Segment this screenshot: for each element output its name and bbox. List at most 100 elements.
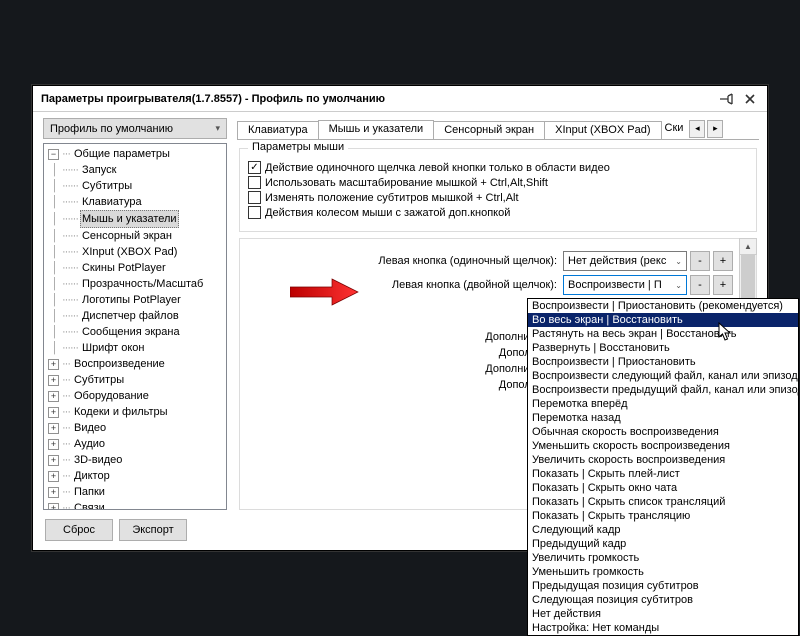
tree-node[interactable]: Клавиатура — [80, 194, 144, 210]
dropdown-item[interactable]: Показать | Скрыть плей-лист — [528, 467, 798, 481]
tree-node[interactable]: Папки — [72, 484, 107, 500]
reset-button[interactable]: Сброс — [45, 519, 113, 541]
action-clear-button[interactable]: - — [690, 275, 710, 295]
tree-expand-icon[interactable]: + — [48, 375, 59, 386]
dropdown-item[interactable]: Показать | Скрыть окно чата — [528, 481, 798, 495]
action-dropdown[interactable]: Воспроизвести | Приостановить (рекоменду… — [527, 298, 799, 636]
action-label: Левая кнопка (двойной щелчок): — [240, 279, 563, 291]
dropdown-item[interactable]: Уменьшить громкость — [528, 565, 798, 579]
checkbox-label: Использовать масштабирование мышкой + Ct… — [265, 177, 548, 189]
action-add-button[interactable]: + — [713, 251, 733, 271]
dropdown-item[interactable]: Предыдущая позиция субтитров — [528, 579, 798, 593]
checkbox-label: Действия колесом мыши с зажатой доп.кноп… — [265, 207, 510, 219]
tree-expand-icon[interactable]: + — [48, 439, 59, 450]
tree-node[interactable]: Видео — [72, 420, 108, 436]
tab-prev-icon[interactable]: ◂ — [689, 120, 705, 138]
tree-expand-icon[interactable]: + — [48, 503, 59, 511]
dropdown-item[interactable]: Воспроизвести следующий файл, канал или … — [528, 369, 798, 383]
close-icon[interactable] — [739, 90, 761, 108]
dropdown-item[interactable]: Настройка: Нет команды — [528, 621, 798, 635]
dropdown-item[interactable]: Перемотка вперёд — [528, 397, 798, 411]
titlebar[interactable]: Параметры проигрывателя(1.7.8557) - Проф… — [33, 86, 767, 112]
dropdown-item[interactable]: Развернуть | Восстановить — [528, 341, 798, 355]
group-title: Параметры мыши — [248, 141, 348, 153]
action-add-button[interactable]: + — [713, 275, 733, 295]
checkbox-label: Действие одиночного щелчка левой кнопки … — [265, 162, 610, 174]
tree-node[interactable]: XInput (XBOX Pad) — [80, 244, 179, 260]
dropdown-item[interactable]: Во весь экран | Восстановить — [528, 313, 798, 327]
dropdown-item[interactable]: Перемотка назад — [528, 411, 798, 425]
chevron-down-icon: ⌄ — [675, 257, 682, 266]
action-label: Левая кнопка (одиночный щелчок): — [240, 255, 563, 267]
tab-0[interactable]: Клавиатура — [237, 121, 319, 139]
tree-node[interactable]: Воспроизведение — [72, 356, 167, 372]
dropdown-item[interactable]: Следующая позиция субтитров — [528, 593, 798, 607]
dropdown-item[interactable]: Воспроизвести | Приостановить (рекоменду… — [528, 299, 798, 313]
tree-node[interactable]: Мышь и указатели — [80, 210, 179, 228]
tree-node[interactable]: Диктор — [72, 468, 112, 484]
tree-node[interactable]: Запуск — [80, 162, 118, 178]
tree-node[interactable]: Шрифт окон — [80, 340, 147, 356]
export-button[interactable]: Экспорт — [119, 519, 187, 541]
tree-expand-icon[interactable]: + — [48, 359, 59, 370]
combo-text: Нет действия (рекс — [568, 255, 675, 267]
tab-3[interactable]: XInput (XBOX Pad) — [544, 121, 661, 139]
profile-select[interactable]: Профиль по умолчанию ▾ — [43, 118, 227, 139]
tree-node-root[interactable]: Общие параметры — [72, 146, 172, 162]
checkbox-0[interactable]: ✓ — [248, 161, 261, 174]
tree-node[interactable]: Прозрачность/Масштаб — [80, 276, 205, 292]
checkbox-2[interactable] — [248, 191, 261, 204]
dropdown-item[interactable]: Показать | Скрыть список трансляций — [528, 495, 798, 509]
pin-icon[interactable] — [715, 90, 737, 108]
dropdown-item[interactable]: Показать | Скрыть трансляцию — [528, 509, 798, 523]
tab-next-icon[interactable]: ▸ — [707, 120, 723, 138]
tree-node[interactable]: Сообщения экрана — [80, 324, 182, 340]
checkbox-1[interactable] — [248, 176, 261, 189]
chevron-down-icon: ⌄ — [675, 281, 682, 290]
dropdown-item[interactable]: Предыдущий кадр — [528, 537, 798, 551]
chevron-down-icon: ▾ — [215, 123, 220, 134]
dropdown-item[interactable]: Нет действия — [528, 607, 798, 621]
tab-1[interactable]: Мышь и указатели — [318, 120, 435, 139]
dropdown-item[interactable]: Обычная скорость воспроизведения — [528, 425, 798, 439]
tree-expand-icon[interactable]: + — [48, 487, 59, 498]
tab-2[interactable]: Сенсорный экран — [433, 121, 545, 139]
dropdown-item[interactable]: Увеличить скорость воспроизведения — [528, 453, 798, 467]
combo-text: Воспроизвести | П — [568, 279, 675, 291]
tree-node[interactable]: Кодеки и фильтры — [72, 404, 170, 420]
tree-node[interactable]: Диспетчер файлов — [80, 308, 181, 324]
tree-node[interactable]: Связи — [72, 500, 107, 510]
tab-clipped[interactable]: Ски — [661, 120, 688, 137]
profile-select-text: Профиль по умолчанию — [50, 123, 215, 135]
settings-tree[interactable]: −···Общие параметры│······Запуск│······С… — [43, 143, 227, 510]
dropdown-item[interactable]: Воспроизвести предыдущий файл, канал или… — [528, 383, 798, 397]
action-combo-1[interactable]: Воспроизвести | П⌄ — [563, 275, 687, 295]
window-title: Параметры проигрывателя(1.7.8557) - Проф… — [41, 93, 715, 105]
tree-node[interactable]: Логотипы PotPlayer — [80, 292, 183, 308]
tree-node[interactable]: Аудио — [72, 436, 107, 452]
dropdown-item[interactable]: Растянуть на весь экран | Восстановить — [528, 327, 798, 341]
dropdown-item[interactable]: Воспроизвести | Приостановить — [528, 355, 798, 369]
tree-node[interactable]: Скины PotPlayer — [80, 260, 168, 276]
tree-collapse-icon[interactable]: − — [48, 149, 59, 160]
tree-expand-icon[interactable]: + — [48, 407, 59, 418]
checkbox-label: Изменять положение субтитров мышкой + Ct… — [265, 192, 519, 204]
checkbox-3[interactable] — [248, 206, 261, 219]
tree-node[interactable]: Субтитры — [72, 372, 126, 388]
tree-expand-icon[interactable]: + — [48, 391, 59, 402]
tree-node[interactable]: Субтитры — [80, 178, 134, 194]
dropdown-item[interactable]: Следующий кадр — [528, 523, 798, 537]
tabs: КлавиатураМышь и указателиСенсорный экра… — [237, 118, 759, 140]
tree-expand-icon[interactable]: + — [48, 423, 59, 434]
scroll-up-icon[interactable]: ▲ — [739, 238, 757, 255]
dropdown-item[interactable]: Увеличить громкость — [528, 551, 798, 565]
tree-node[interactable]: Оборудование — [72, 388, 151, 404]
tree-expand-icon[interactable]: + — [48, 471, 59, 482]
mouse-options-group: Параметры мыши ✓Действие одиночного щелч… — [239, 148, 757, 232]
dropdown-item[interactable]: Уменьшить скорость воспроизведения — [528, 439, 798, 453]
tree-node[interactable]: Сенсорный экран — [80, 228, 174, 244]
tree-expand-icon[interactable]: + — [48, 455, 59, 466]
tree-node[interactable]: 3D-видео — [72, 452, 124, 468]
action-combo-0[interactable]: Нет действия (рекс⌄ — [563, 251, 687, 271]
action-clear-button[interactable]: - — [690, 251, 710, 271]
